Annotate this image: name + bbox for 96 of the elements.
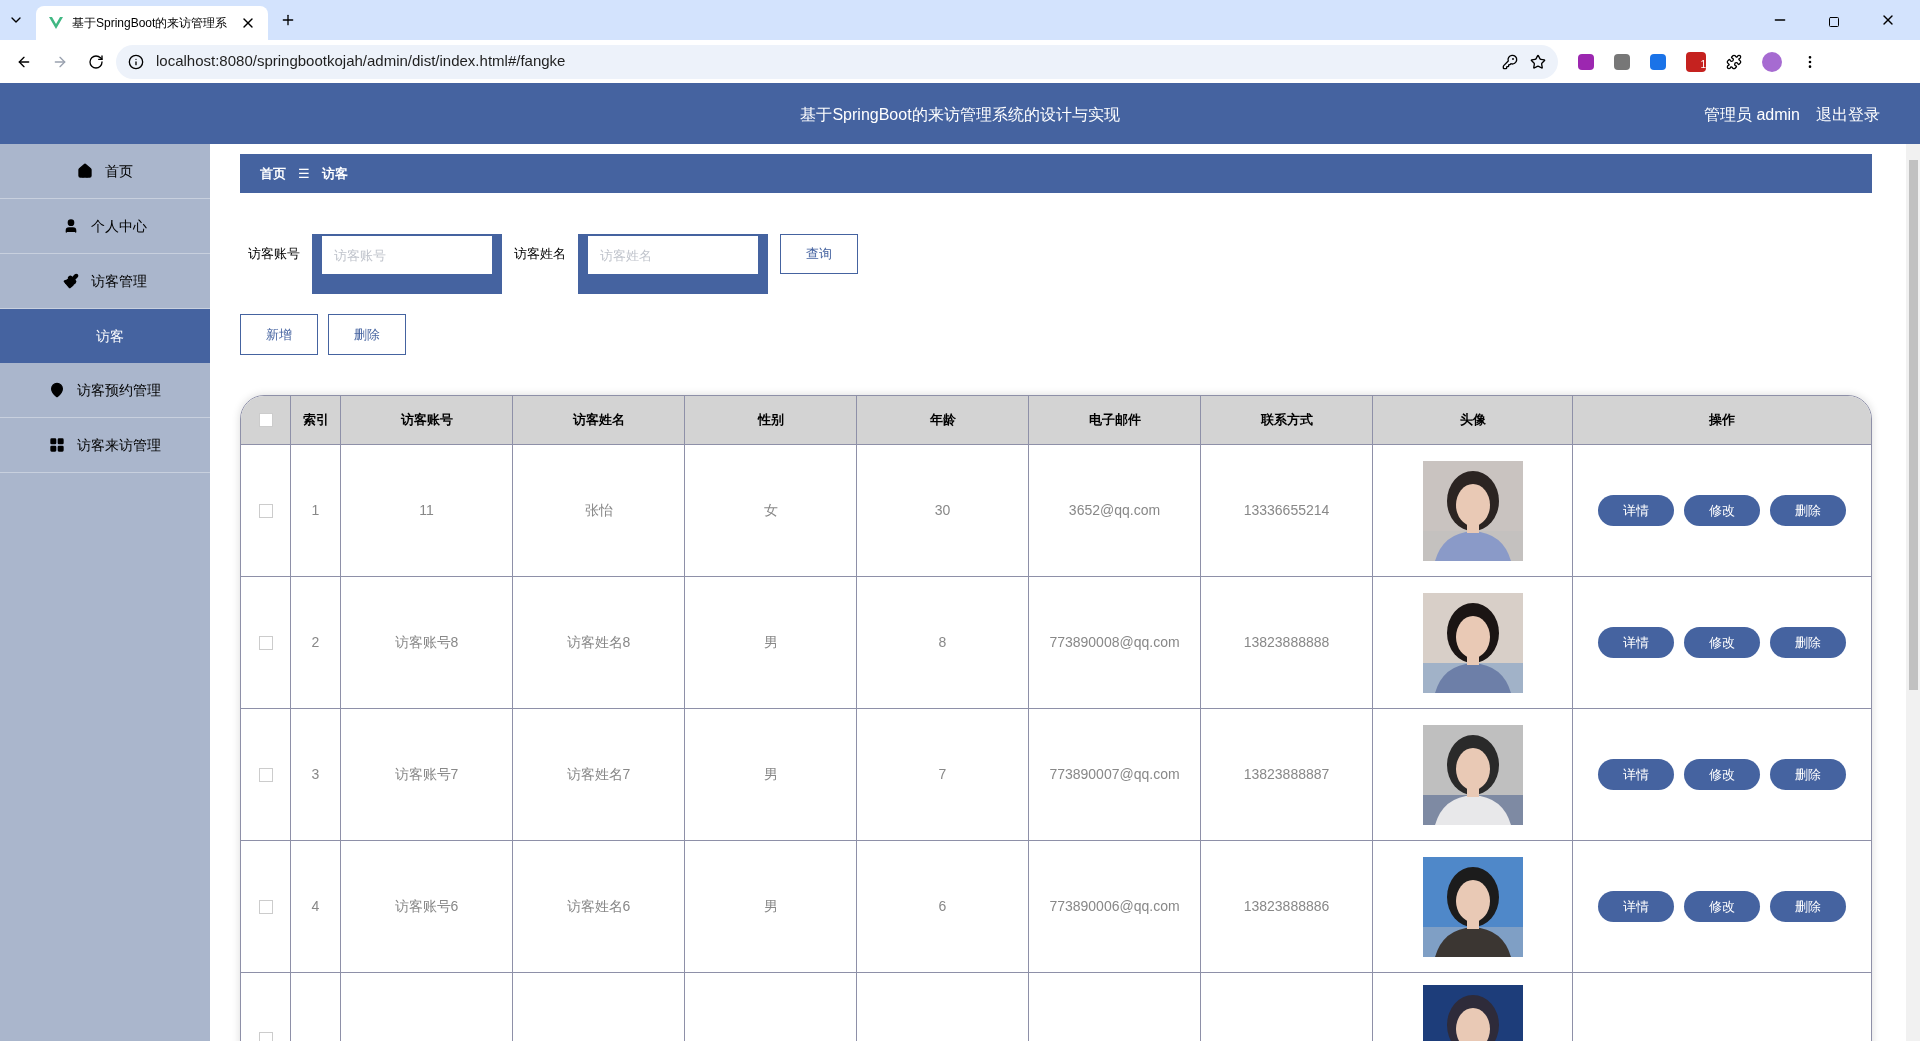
delete-button[interactable]: 删除 xyxy=(1770,627,1846,658)
table-cell-text: 男 xyxy=(763,897,778,916)
key-icon[interactable] xyxy=(1502,53,1518,70)
sidebar-subitem[interactable]: 访客 xyxy=(0,309,210,363)
column-header: 性别 xyxy=(685,396,857,444)
column-header: 电子邮件 xyxy=(1029,396,1201,444)
table-cell-text: 13336655214 xyxy=(1243,501,1330,520)
extensions-icon[interactable] xyxy=(1726,53,1742,70)
user-label: 管理员 admin xyxy=(1704,105,1800,125)
table-cell-text: 访客账号6 xyxy=(394,897,459,916)
extension-icon[interactable] xyxy=(1650,53,1666,70)
add-button[interactable]: 新增 xyxy=(240,314,318,355)
tab-title: 基于SpringBoot的来访管理系 xyxy=(72,15,229,32)
address-bar[interactable]: localhost:8080/springbootkojah/admin/dist/index.html#/fangke xyxy=(116,44,1558,79)
browser-tab[interactable]: 基于SpringBoot的来访管理系 xyxy=(36,6,268,40)
checkbox[interactable] xyxy=(258,503,273,518)
edit-button[interactable]: 修改 xyxy=(1684,627,1760,658)
logout-link[interactable]: 退出登录 xyxy=(1816,103,1880,127)
checkbox[interactable] xyxy=(258,413,273,427)
column-header: 索引 xyxy=(291,396,341,444)
app-title: 基于SpringBoot的来访管理系统的设计与实现 xyxy=(800,105,1120,125)
extension-badge[interactable]: 1 xyxy=(1686,51,1706,72)
table-cell-text: 2 xyxy=(311,633,320,652)
sidebar-item[interactable]: 首页 xyxy=(0,144,210,199)
table-cell-text: 4 xyxy=(311,897,320,916)
extension-icon[interactable] xyxy=(1614,53,1630,70)
table-cell-text: 1 xyxy=(311,501,320,520)
details-button[interactable]: 详情 xyxy=(1598,627,1674,658)
breadcrumb-current: 访客 xyxy=(322,164,348,183)
table-cell-text: 7 xyxy=(938,765,947,784)
search-field[interactable]: 访客姓名 xyxy=(578,234,768,294)
checkbox[interactable] xyxy=(258,767,273,782)
table-cell-text: 访客账号8 xyxy=(394,633,459,652)
table-cell-text: 访客姓名7 xyxy=(566,765,631,784)
table-cell-text: 13823888886 xyxy=(1243,897,1330,916)
info-icon[interactable] xyxy=(128,53,144,70)
breadcrumb-separator: ☰ xyxy=(298,164,310,183)
table-cell-text: 3652@qq.com xyxy=(1068,501,1161,520)
table-cell-text: 3 xyxy=(311,765,320,784)
delete-button[interactable]: 删除 xyxy=(1770,495,1846,526)
field-label: 访客账号 xyxy=(248,245,300,263)
leaf-logo-icon xyxy=(48,15,64,31)
scrollbar-thumb[interactable] xyxy=(1908,160,1918,690)
table-cell-text: 男 xyxy=(763,633,778,652)
details-button[interactable]: 详情 xyxy=(1598,891,1674,922)
edit-button[interactable]: 修改 xyxy=(1684,495,1760,526)
table-cell-text: 13823888888 xyxy=(1243,633,1330,652)
column-header: 访客账号 xyxy=(341,396,513,444)
table-cell-text: 访客姓名8 xyxy=(566,633,631,652)
reload-icon[interactable] xyxy=(88,53,104,70)
table-cell-text: 访客账号7 xyxy=(394,765,459,784)
delete-button[interactable]: 删除 xyxy=(328,314,406,355)
extension-icon[interactable] xyxy=(1578,53,1594,70)
details-button[interactable]: 详情 xyxy=(1598,495,1674,526)
home-icon xyxy=(77,163,93,179)
breadcrumb-home[interactable]: 首页 xyxy=(260,163,286,184)
column-header: 联系方式 xyxy=(1201,396,1373,444)
query-button[interactable]: 查询 xyxy=(780,234,858,274)
restore-icon[interactable] xyxy=(1828,16,1840,28)
sidebar-item[interactable]: 访客来访管理 xyxy=(0,418,210,473)
checkbox[interactable] xyxy=(258,1031,273,1041)
table-cell-text: 张怡 xyxy=(584,501,613,520)
table-cell-text: 8 xyxy=(938,633,947,652)
url-text: localhost:8080/springbootkojah/admin/dist/index.html#/fangke xyxy=(156,51,567,72)
sidebar-item[interactable]: 访客预约管理 xyxy=(0,363,210,418)
profile-avatar[interactable] xyxy=(1762,51,1782,72)
new-tab-icon[interactable] xyxy=(280,12,296,28)
field-label: 访客姓名 xyxy=(514,245,566,263)
table-cell-text: 773890007@qq.com xyxy=(1049,765,1180,784)
delete-button[interactable]: 删除 xyxy=(1770,891,1846,922)
table-cell-text: 773890008@qq.com xyxy=(1049,633,1180,652)
edit-button[interactable]: 修改 xyxy=(1684,759,1760,790)
table-cell-text: 6 xyxy=(938,897,947,916)
checkbox[interactable] xyxy=(258,635,273,650)
checkbox[interactable] xyxy=(258,899,273,914)
details-button[interactable]: 详情 xyxy=(1598,759,1674,790)
column-header: 操作 xyxy=(1708,411,1736,430)
person-icon xyxy=(63,218,79,234)
table-cell-text: 30 xyxy=(934,501,951,520)
table-cell-text: 11 xyxy=(419,501,434,520)
column-header: 头像 xyxy=(1373,396,1573,444)
search-field[interactable]: 访客账号 xyxy=(312,234,502,294)
bookmark-star-icon[interactable] xyxy=(1530,53,1546,70)
edit-button[interactable]: 修改 xyxy=(1684,891,1760,922)
sidebar-item[interactable]: 个人中心 xyxy=(0,199,210,254)
pin-icon xyxy=(49,382,65,398)
table-cell-text: 773890006@qq.com xyxy=(1049,897,1180,916)
table-cell-text: 男 xyxy=(763,765,778,784)
grid-icon xyxy=(49,437,65,453)
column-header: 访客姓名 xyxy=(513,396,685,444)
delete-button[interactable]: 删除 xyxy=(1770,759,1846,790)
table-cell-text: 13823888887 xyxy=(1243,765,1330,784)
table-cell-text: 访客姓名6 xyxy=(566,897,631,916)
brush-icon xyxy=(63,273,79,289)
table-cell-text: 女 xyxy=(763,501,778,520)
column-header: 年龄 xyxy=(857,396,1029,444)
